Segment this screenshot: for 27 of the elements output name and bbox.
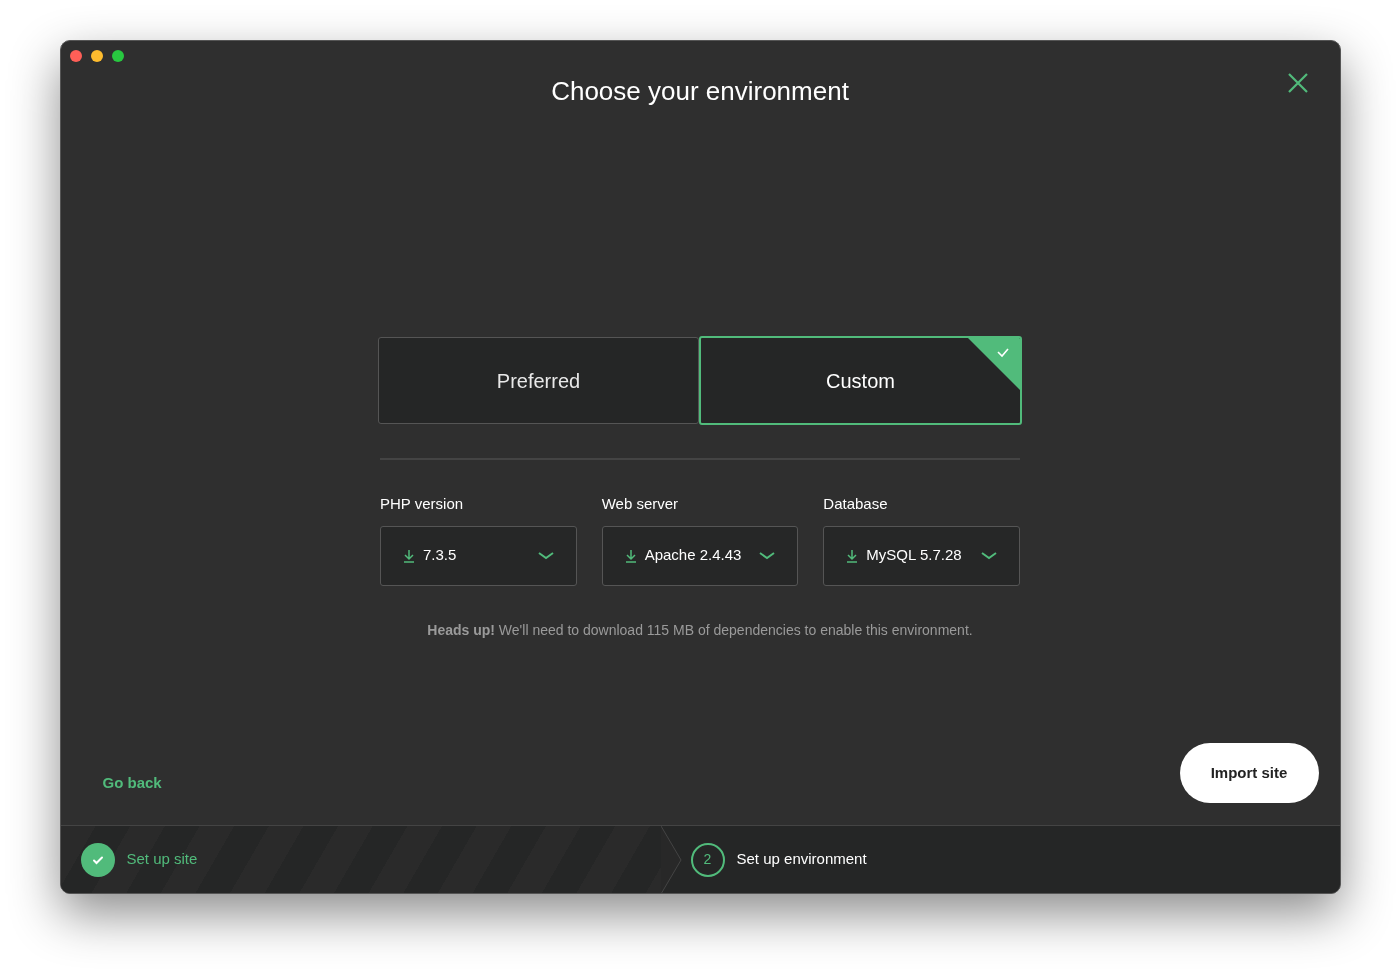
notice-text: Heads up! We'll need to download 115 MB of dependencies to enable this environment. xyxy=(427,620,973,640)
download-icon xyxy=(624,548,637,563)
close-window-icon[interactable] xyxy=(69,50,82,62)
select-label: Database xyxy=(823,494,889,514)
step-label: Set up site xyxy=(126,849,198,870)
selected-check-icon xyxy=(968,338,1020,390)
download-icon xyxy=(403,548,415,563)
chevron-down-icon xyxy=(759,551,776,560)
chevron-down-icon xyxy=(981,551,997,560)
select-label: PHP version xyxy=(380,494,465,514)
version-select[interactable]: Apache 2.4.43 xyxy=(601,525,799,586)
import-site-button[interactable]: Import site xyxy=(1179,743,1319,803)
window-title: Choose your environment xyxy=(551,75,849,108)
step-complete-icon xyxy=(80,842,115,877)
select-label: Web server xyxy=(601,494,680,514)
version-select[interactable]: MySQL 5.7.28 xyxy=(823,525,1020,586)
chevron-down-icon xyxy=(537,551,554,560)
go-back-link[interactable]: Go back xyxy=(102,771,162,795)
step-number: 2 xyxy=(690,842,725,877)
environment-option[interactable]: Custom xyxy=(699,336,1022,425)
environment-option[interactable]: Preferred xyxy=(378,337,699,424)
minimize-window-icon[interactable] xyxy=(90,50,103,62)
maximize-window-icon[interactable] xyxy=(111,50,124,62)
close-icon[interactable] xyxy=(1285,71,1310,95)
step-label: Set up environment xyxy=(736,849,867,870)
version-select[interactable]: 7.3.5 xyxy=(380,525,577,586)
download-icon xyxy=(846,548,859,563)
